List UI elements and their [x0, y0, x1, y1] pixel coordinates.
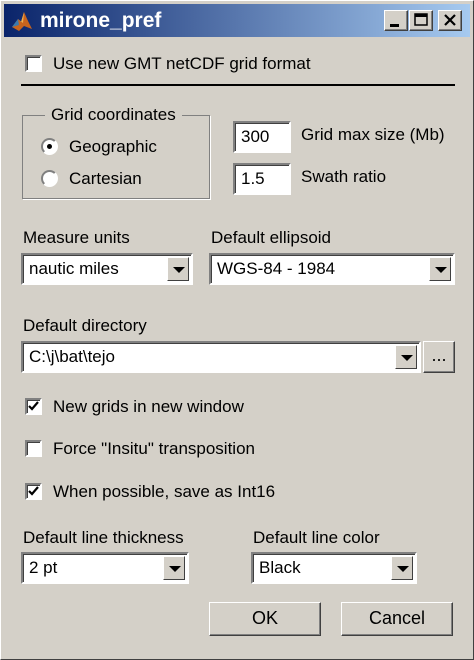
ellipsoid-dropdown-button[interactable]: [429, 257, 451, 281]
netcdf-label: Use new GMT netCDF grid format: [53, 54, 311, 73]
minimize-button[interactable]: [384, 10, 408, 31]
grid-max-size-label: Grid max size (Mb): [301, 125, 445, 144]
minimize-icon: [390, 24, 399, 27]
chevron-down-icon: [169, 566, 181, 572]
measure-units-select[interactable]: nautic miles: [21, 253, 193, 285]
line-thickness-value: 2 pt: [29, 558, 58, 577]
insitu-checkbox[interactable]: [25, 440, 42, 457]
directory-label: Default directory: [23, 316, 147, 335]
grid-coordinates-title: Grid coordinates: [45, 105, 182, 125]
int16-label: When possible, save as Int16: [53, 482, 276, 501]
swath-ratio-input[interactable]: 1.5: [233, 163, 291, 195]
cancel-button[interactable]: Cancel: [341, 602, 453, 636]
window-title: mirone_pref: [40, 9, 162, 32]
close-button[interactable]: [438, 10, 462, 31]
line-color-label: Default line color: [253, 528, 380, 547]
chevron-down-icon: [173, 267, 185, 273]
chevron-down-icon: [401, 355, 413, 361]
geographic-radio[interactable]: [41, 138, 58, 155]
new-window-checkbox[interactable]: [25, 398, 42, 415]
ok-button[interactable]: OK: [209, 602, 321, 636]
directory-select[interactable]: C:\j\bat\tejo: [21, 341, 421, 373]
directory-value: C:\j\bat\tejo: [29, 347, 115, 366]
insitu-label: Force "Insitu" transposition: [53, 439, 255, 458]
measure-units-label: Measure units: [23, 228, 130, 247]
ellipsoid-label: Default ellipsoid: [211, 228, 332, 247]
chevron-down-icon: [397, 566, 409, 572]
swath-ratio-label: Swath ratio: [301, 167, 387, 186]
close-icon: [444, 14, 456, 26]
cartesian-label: Cartesian: [69, 169, 142, 188]
measure-units-dropdown-button[interactable]: [167, 257, 189, 281]
measure-units-value: nautic miles: [29, 259, 119, 278]
check-icon: [28, 401, 39, 411]
matlab-icon: [12, 12, 32, 31]
check-icon: [28, 486, 39, 496]
directory-dropdown-button[interactable]: [395, 345, 417, 369]
line-thickness-select[interactable]: 2 pt: [21, 552, 189, 584]
int16-checkbox[interactable]: [25, 483, 42, 500]
maximize-icon: [414, 13, 428, 26]
maximize-button[interactable]: [409, 10, 433, 31]
cartesian-radio[interactable]: [41, 170, 58, 187]
ellipsoid-select[interactable]: WGS-84 - 1984: [209, 253, 455, 285]
title-bar[interactable]: mirone_pref: [4, 4, 470, 37]
line-thickness-label: Default line thickness: [23, 528, 184, 547]
preferences-window: mirone_pref Use new GMT netCDF grid form…: [0, 0, 474, 660]
new-window-label: New grids in new window: [53, 397, 244, 416]
separator-line: [21, 84, 455, 86]
geographic-label: Geographic: [69, 137, 157, 156]
chevron-down-icon: [435, 267, 447, 273]
netcdf-checkbox[interactable]: [25, 55, 42, 72]
line-color-value: Black: [259, 558, 301, 577]
line-thickness-dropdown-button[interactable]: [163, 556, 185, 580]
grid-max-size-input[interactable]: 300: [233, 121, 291, 153]
ellipsoid-value: WGS-84 - 1984: [217, 259, 336, 278]
line-color-select[interactable]: Black: [251, 552, 417, 584]
browse-directory-button[interactable]: ...: [423, 341, 455, 373]
line-color-dropdown-button[interactable]: [391, 556, 413, 580]
